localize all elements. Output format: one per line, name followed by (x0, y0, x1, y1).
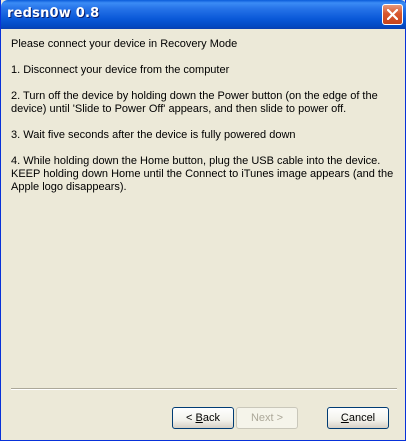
cancel-button-access-key: C (340, 412, 349, 424)
cancel-button[interactable]: Cancel (327, 407, 389, 429)
back-button-prefix: < (186, 412, 196, 424)
instruction-step-3: 3. Wait five seconds after the device is… (11, 129, 296, 141)
close-icon (387, 9, 398, 20)
back-button-label-rest: ack (202, 412, 220, 424)
wizard-window: redsn0w 0.8 Please connect your device i… (0, 0, 406, 441)
cancel-button-label-rest: ancel (348, 412, 376, 424)
instructions-panel: Please connect your device in Recovery M… (11, 38, 401, 207)
instruction-step-2: 2. Turn off the device by holding down t… (11, 90, 378, 115)
close-button[interactable] (382, 4, 403, 25)
back-button[interactable]: < Back (172, 407, 234, 429)
instructions-heading: Please connect your device in Recovery M… (11, 38, 238, 50)
window-title: redsn0w 0.8 (7, 6, 100, 21)
button-separator (11, 388, 397, 390)
title-bar[interactable]: redsn0w 0.8 (1, 0, 406, 29)
instruction-step-1: 1. Disconnect your device from the compu… (11, 64, 230, 76)
next-button[interactable]: Next > (236, 407, 298, 429)
instruction-step-4: 4. While holding down the Home button, p… (11, 155, 394, 193)
back-button-access-key: B (195, 412, 203, 424)
